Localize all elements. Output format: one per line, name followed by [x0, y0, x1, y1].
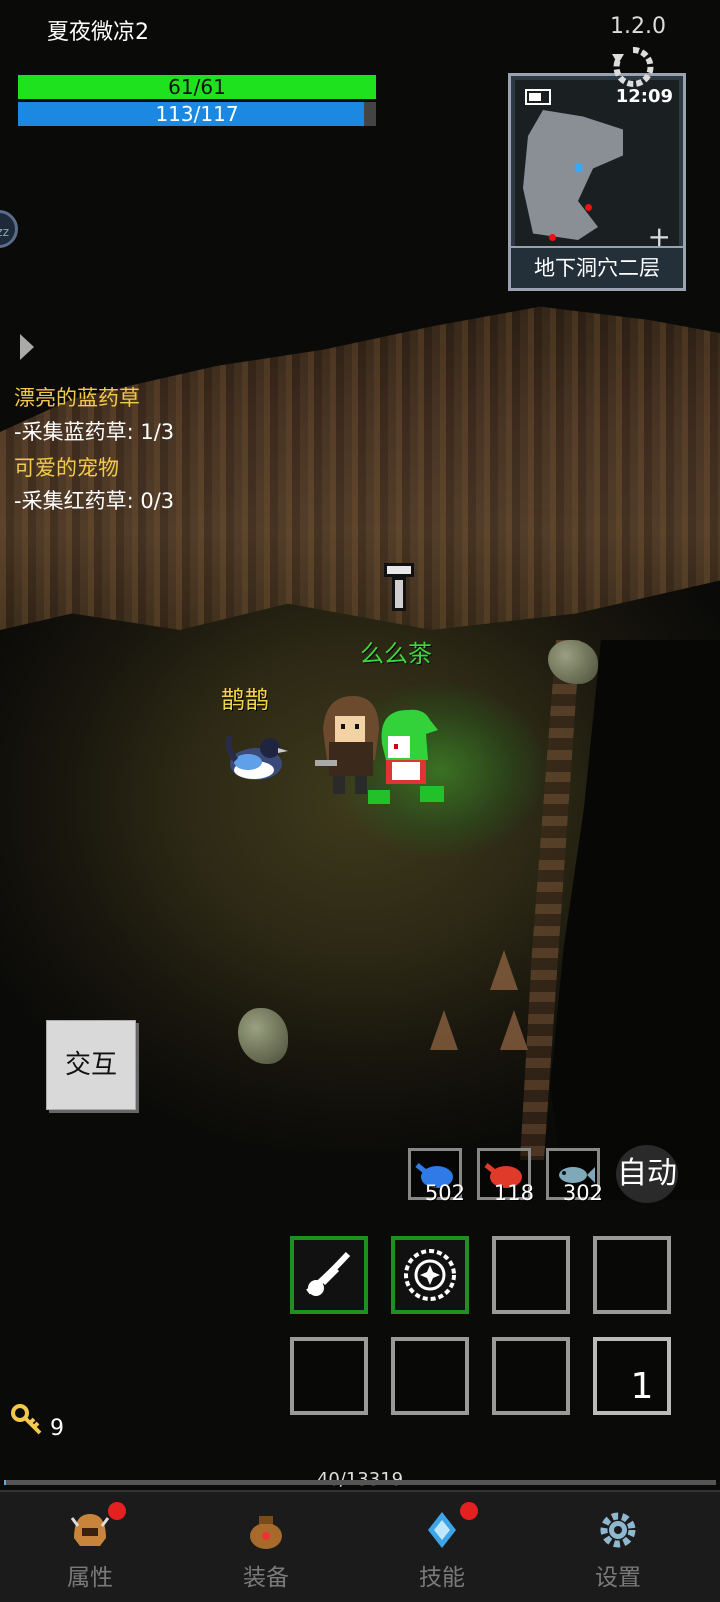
- skill-slot-5[interactable]: [290, 1337, 368, 1415]
- quest-title[interactable]: 漂亮的蓝药草: [14, 382, 140, 412]
- nav-attributes[interactable]: 属性: [0, 1492, 180, 1602]
- xp-bar-fill: [4, 1480, 7, 1485]
- enemy-marker: [549, 234, 556, 241]
- player-name: 夏夜微凉2: [47, 20, 149, 45]
- nav-label: 属性: [67, 1565, 113, 1591]
- minimap-view[interactable]: 12:09 +: [515, 80, 679, 248]
- stalagmite: [430, 1010, 458, 1050]
- stalagmite: [490, 950, 518, 990]
- nav-skills[interactable]: 技能: [352, 1492, 532, 1602]
- key-count: 9: [50, 1416, 64, 1441]
- battery-icon: [525, 89, 551, 105]
- skill-slot-1[interactable]: [290, 1236, 368, 1314]
- slash-skill-icon: [306, 1251, 351, 1296]
- potion-count: 118: [493, 1181, 534, 1205]
- skill-slot-2[interactable]: [391, 1236, 469, 1314]
- skill-slot-3[interactable]: [492, 1236, 570, 1314]
- stalagmite: [500, 1010, 528, 1050]
- magpie-pet[interactable]: [220, 720, 290, 790]
- skill-page-number[interactable]: 1: [603, 1348, 681, 1426]
- quest-title[interactable]: 可爱的宠物: [14, 452, 119, 482]
- interact-button[interactable]: 交互: [46, 1020, 136, 1110]
- enemy-marker: [585, 204, 592, 211]
- mp-text: 113/117: [155, 102, 239, 126]
- potion-count: 502: [424, 1181, 465, 1205]
- bottom-nav: 属性 装备 技能 设置: [0, 1490, 720, 1602]
- player-marker: [575, 164, 582, 171]
- skill-slot-6[interactable]: [391, 1337, 469, 1415]
- minimap-terrain: [523, 110, 623, 240]
- area-name: 地下洞穴二层: [511, 246, 683, 288]
- fish-count: 302: [562, 1181, 603, 1205]
- notification-badge: [460, 1502, 478, 1520]
- bag-icon: [250, 1516, 282, 1549]
- skill-slot-7[interactable]: [492, 1337, 570, 1415]
- mossy-rock: [238, 1008, 288, 1064]
- crystal-icon: [428, 1512, 456, 1548]
- xp-bar: [4, 1480, 716, 1485]
- skill-slot-4[interactable]: [593, 1236, 671, 1314]
- sleep-toggle-button[interactable]: zz: [0, 210, 18, 248]
- key-icon: [11, 1404, 42, 1435]
- quest-collapse-icon[interactable]: [20, 334, 34, 360]
- gear-icon: [600, 1512, 636, 1548]
- pet-name-label: 鹊鹊: [221, 686, 269, 714]
- plus-icon[interactable]: +: [648, 220, 671, 248]
- fish-slot[interactable]: 302: [546, 1148, 603, 1205]
- npc-name-label: 么么茶: [360, 640, 432, 668]
- mp-bar: 113/117: [18, 102, 376, 126]
- blue-potion-slot[interactable]: 502: [408, 1148, 465, 1205]
- auto-button[interactable]: 自动: [616, 1145, 678, 1203]
- quest-task[interactable]: -采集蓝药草: 1/3: [14, 416, 174, 446]
- hp-bar: 61/61: [18, 75, 376, 99]
- nav-settings[interactable]: 设置: [528, 1492, 708, 1602]
- version-label: 1.2.0: [610, 14, 666, 39]
- red-potion-slot[interactable]: 118: [477, 1148, 534, 1205]
- nav-label: 技能: [419, 1565, 465, 1591]
- nav-label: 设置: [595, 1565, 641, 1591]
- hp-text: 61/61: [168, 75, 226, 99]
- nav-equipment[interactable]: 装备: [176, 1492, 356, 1602]
- nav-label: 装备: [243, 1565, 289, 1591]
- cave-abyss: [550, 640, 720, 1200]
- burst-skill-icon: [404, 1249, 456, 1301]
- notification-badge: [108, 1502, 126, 1520]
- helmet-icon: [70, 1514, 110, 1546]
- refresh-icon[interactable]: [610, 44, 656, 90]
- lamp-post: [384, 563, 414, 627]
- quest-task[interactable]: -采集红药草: 0/3: [14, 485, 174, 515]
- npc-character[interactable]: [368, 700, 448, 810]
- minimap[interactable]: 12:09 + 地下洞穴二层: [508, 73, 686, 291]
